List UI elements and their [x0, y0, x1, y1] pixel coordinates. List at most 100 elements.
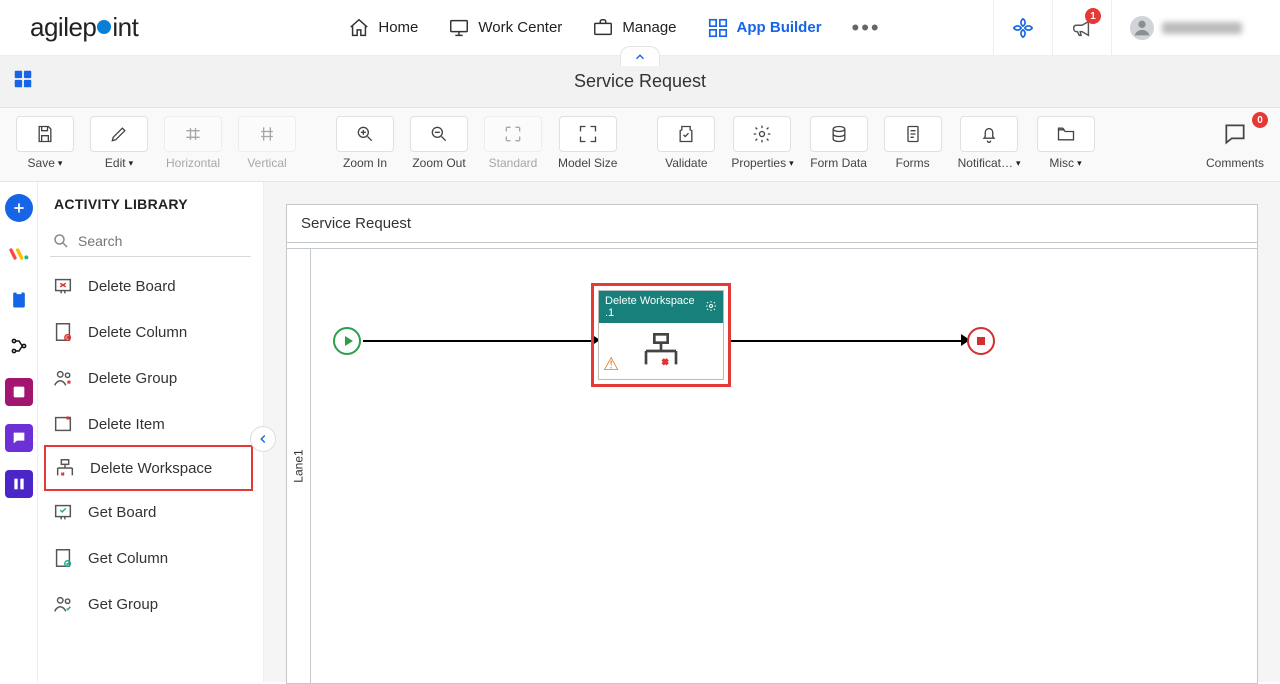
comments-badge: 0 [1252, 112, 1268, 128]
top-nav: Home Work Center Manage App Builder ••• [348, 15, 880, 41]
library-item-label: Get Board [88, 504, 156, 521]
library-item-delete-item[interactable]: Delete Item [38, 401, 263, 447]
nav-work-center-label: Work Center [478, 19, 562, 36]
search-input[interactable] [78, 233, 259, 249]
library-search[interactable] [50, 226, 251, 257]
bell-icon [979, 124, 999, 144]
forms-icon [903, 124, 923, 144]
activity-delete-workspace[interactable]: Delete Workspace .1 ⚠ [591, 283, 731, 387]
gear-icon [752, 124, 772, 144]
edit-label: Edit [105, 156, 126, 170]
rail-item-chat[interactable] [5, 424, 33, 452]
zoom-out-button[interactable]: Zoom Out [406, 116, 472, 170]
assistant-button[interactable] [993, 0, 1052, 55]
validate-icon [676, 124, 696, 144]
column-get-icon [50, 545, 76, 571]
library-item-delete-group[interactable]: Delete Group [38, 355, 263, 401]
library-item-label: Delete Group [88, 370, 177, 387]
process-canvas[interactable]: Service Request Lane1 Delete Workspace .… [286, 204, 1258, 684]
misc-button[interactable]: Misc▾ [1033, 116, 1099, 170]
horizontal-button[interactable]: Horizontal [160, 116, 226, 170]
column-delete-icon [50, 319, 76, 345]
rail-item-clipboard[interactable] [5, 286, 33, 314]
align-horizontal-icon [183, 124, 203, 144]
chevron-down-icon: ▾ [58, 158, 63, 169]
workspace-icon [641, 331, 681, 371]
model-size-button[interactable]: Model Size [554, 116, 621, 170]
save-icon [35, 124, 55, 144]
library-item-get-group[interactable]: Get Group [38, 581, 263, 627]
misc-label: Misc [1049, 156, 1074, 170]
start-node[interactable] [333, 327, 361, 355]
expand-icon [578, 124, 598, 144]
comment-icon [1222, 121, 1248, 147]
item-delete-icon [50, 411, 76, 437]
zoom-in-button[interactable]: Zoom In [332, 116, 398, 170]
save-button[interactable]: Save▾ [12, 116, 78, 170]
rail-add-button[interactable] [5, 194, 33, 222]
plus-icon [11, 200, 27, 216]
library-item-get-column[interactable]: Get Column [38, 535, 263, 581]
rail-item-data[interactable] [5, 378, 33, 406]
nav-home[interactable]: Home [348, 17, 418, 39]
data-icon [11, 384, 27, 400]
forms-button[interactable]: Forms [880, 116, 946, 170]
announcements-button[interactable]: 1 [1052, 0, 1111, 55]
form-data-button[interactable]: Form Data [806, 116, 872, 170]
comments-button[interactable]: 0 Comments [1202, 116, 1268, 170]
nav-home-label: Home [378, 19, 418, 36]
apps-grid-button[interactable] [12, 68, 34, 95]
library-item-label: Delete Board [88, 278, 176, 295]
collapse-library-toggle[interactable] [250, 426, 276, 452]
horizontal-label: Horizontal [166, 156, 220, 170]
nav-work-center[interactable]: Work Center [448, 17, 562, 39]
nav-more[interactable]: ••• [852, 15, 881, 41]
end-node[interactable] [967, 327, 995, 355]
notifications-button[interactable]: Notificat…▾ [954, 116, 1025, 170]
notification-badge: 1 [1085, 8, 1101, 24]
board-get-icon [50, 499, 76, 525]
save-label: Save [28, 156, 55, 170]
apps-icon [12, 68, 34, 90]
library-item-get-board[interactable]: Get Board [38, 489, 263, 535]
fit-standard-icon [503, 124, 523, 144]
properties-label: Properties [731, 156, 786, 170]
user-menu[interactable] [1111, 0, 1260, 55]
rail-item-monday[interactable] [5, 240, 33, 268]
user-name-blurred [1162, 22, 1242, 34]
chat-icon [11, 430, 27, 446]
library-item-delete-board[interactable]: Delete Board [38, 263, 263, 309]
validate-button[interactable]: Validate [653, 116, 719, 170]
vertical-button[interactable]: Vertical [234, 116, 300, 170]
library-item-label: Delete Workspace [90, 460, 212, 477]
comments-label: Comments [1206, 156, 1264, 170]
forms-label: Forms [896, 156, 930, 170]
library-item-label: Get Group [88, 596, 158, 613]
group-delete-icon [50, 365, 76, 391]
workspace-delete-icon [52, 455, 78, 481]
library-item-delete-column[interactable]: Delete Column [38, 309, 263, 355]
lane-content[interactable]: Delete Workspace .1 ⚠ [311, 249, 1257, 683]
search-icon [52, 232, 70, 250]
pinwheel-icon [1012, 17, 1034, 39]
library-item-delete-workspace[interactable]: Delete Workspace [44, 445, 253, 491]
standard-zoom-button[interactable]: Standard [480, 116, 546, 170]
monitor-icon [448, 17, 470, 39]
flow-connector [731, 340, 964, 342]
nav-manage[interactable]: Manage [592, 17, 676, 39]
library-item-label: Delete Column [88, 324, 187, 341]
pause-columns-icon [11, 476, 27, 492]
activity-settings-button[interactable] [705, 300, 717, 315]
clipboard-icon [9, 290, 29, 310]
rail-item-pause[interactable] [5, 470, 33, 498]
properties-button[interactable]: Properties▾ [727, 116, 797, 170]
chevron-left-icon [256, 432, 270, 446]
rail-item-connectors[interactable] [5, 332, 33, 360]
side-rail [0, 182, 38, 682]
home-icon [348, 17, 370, 39]
collapse-header-toggle[interactable] [620, 46, 660, 66]
nav-app-builder[interactable]: App Builder [707, 17, 822, 39]
library-title: ACTIVITY LIBRARY [38, 196, 263, 226]
logo-dot-icon [97, 20, 111, 34]
edit-button[interactable]: Edit▾ [86, 116, 152, 170]
